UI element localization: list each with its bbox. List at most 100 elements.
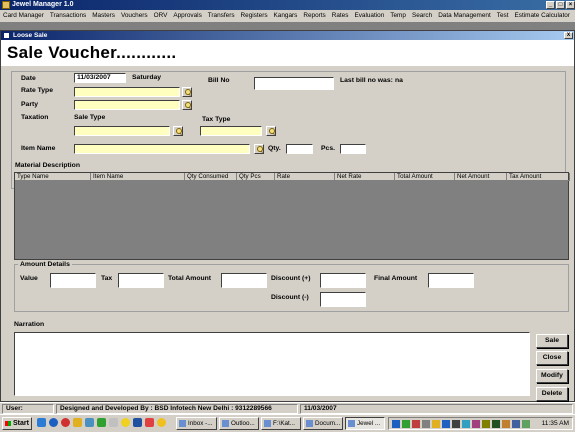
ie-icon[interactable] (49, 418, 58, 427)
value-field[interactable] (50, 273, 96, 288)
total-amount-field[interactable] (221, 273, 267, 288)
task-document[interactable]: Docum... (303, 417, 343, 430)
task-folder[interactable]: F:\Kat... (261, 417, 301, 430)
tray-icon-2[interactable] (402, 420, 410, 428)
narration-textarea[interactable] (14, 332, 530, 396)
col-tax-amount[interactable]: Tax Amount (507, 173, 570, 181)
messenger-icon[interactable] (121, 418, 130, 427)
item-name-lookup-icon[interactable] (254, 144, 264, 154)
last-bill-value: na (395, 77, 403, 84)
pcs-field[interactable] (340, 144, 366, 154)
bill-no-field[interactable] (254, 77, 334, 90)
outlook-icon[interactable] (73, 418, 82, 427)
tax-field[interactable] (118, 273, 164, 288)
sale-type-lookup-icon[interactable] (173, 126, 183, 136)
network-icon[interactable] (522, 420, 530, 428)
col-qty-consumed[interactable]: Qty Consumed (185, 173, 237, 181)
col-net-amount[interactable]: Net Amount (455, 173, 507, 181)
col-net-rate[interactable]: Net Rate (335, 173, 395, 181)
child-title: Loose Sale (13, 32, 48, 39)
start-button[interactable]: Start (2, 417, 32, 430)
sale-type-label: Sale Type (74, 114, 106, 121)
menu-estimate-calculator[interactable]: Estimate Calculator (512, 10, 573, 22)
taskbar: Start Inbox -... Outloo... F:\Kat... Doc… (0, 414, 575, 432)
col-item-name[interactable]: Item Name (91, 173, 185, 181)
tray-icon-7[interactable] (452, 420, 460, 428)
tray-icon-1[interactable] (392, 420, 400, 428)
tray-icon-5[interactable] (432, 420, 440, 428)
menu-rates[interactable]: Rates (329, 10, 352, 22)
menu-test[interactable]: Test (494, 10, 512, 22)
delete-button[interactable]: Delete (536, 387, 568, 401)
total-amount-label: Total Amount (168, 275, 212, 282)
menu-data-management[interactable]: Data Management (435, 10, 494, 22)
tray-icon-4[interactable] (422, 420, 430, 428)
date-field[interactable]: 11/03/2007 (74, 73, 126, 83)
sale-button[interactable]: Sale (536, 334, 568, 348)
tray-icon-12[interactable] (502, 420, 510, 428)
status-user: User: (2, 404, 54, 414)
menu-registers[interactable]: Registers (238, 10, 271, 22)
col-rate[interactable]: Rate (275, 173, 335, 181)
menu-masters[interactable]: Masters (89, 10, 118, 22)
menu-kangars[interactable]: Kangars (271, 10, 301, 22)
tray-icon-9[interactable] (472, 420, 480, 428)
col-qty-pcs[interactable]: Qty Pcs (237, 173, 275, 181)
tray-icon-6[interactable] (442, 420, 450, 428)
tray-icon-10[interactable] (482, 420, 490, 428)
tray-icon-11[interactable] (492, 420, 500, 428)
tax-type-field[interactable] (200, 126, 262, 136)
party-field[interactable] (74, 100, 180, 110)
material-description-label: Material Description (15, 162, 80, 169)
menu-search[interactable]: Search (409, 10, 435, 22)
word-icon[interactable] (133, 418, 142, 427)
qty-field[interactable] (286, 144, 313, 154)
acrobat-icon[interactable] (145, 418, 154, 427)
task-jewel-manager[interactable]: Jewel ... (345, 417, 385, 430)
close-button[interactable]: Close (536, 351, 568, 365)
menu-evaluation[interactable]: Evaluation (351, 10, 387, 22)
modify-button[interactable]: Modify (536, 369, 568, 383)
final-amount-label: Final Amount (374, 275, 418, 282)
app-icon-1[interactable] (97, 418, 106, 427)
grid-header: Type Name Item Name Qty Consumed Qty Pcs… (15, 173, 570, 181)
explorer-icon[interactable] (85, 418, 94, 427)
menu-transactions[interactable]: Transactions (47, 10, 89, 22)
menu-card-manager[interactable]: Card Manager (0, 10, 47, 22)
discount-minus-field[interactable] (320, 292, 366, 307)
task-outlook[interactable]: Outloo... (219, 417, 259, 430)
discount-plus-field[interactable] (320, 273, 366, 288)
tray-icon-8[interactable] (462, 420, 470, 428)
menu-temp[interactable]: Temp (387, 10, 409, 22)
rate-type-lookup-icon[interactable] (182, 87, 192, 97)
menu-vouchers[interactable]: Vouchers (118, 10, 151, 22)
desktop-icon[interactable] (37, 418, 46, 427)
app-icon-2[interactable] (109, 418, 118, 427)
close-icon[interactable]: × (566, 1, 575, 9)
minimize-icon[interactable]: _ (546, 1, 555, 9)
tax-type-lookup-icon[interactable] (266, 126, 276, 136)
menu-transfers[interactable]: Transfers (205, 10, 238, 22)
col-total-amount[interactable]: Total Amount (395, 173, 455, 181)
child-close-button[interactable]: x (564, 32, 573, 39)
menu-orv[interactable]: ORV (151, 10, 171, 22)
opera-icon[interactable] (61, 418, 70, 427)
day-label: Saturday (132, 74, 162, 81)
menu-approvals[interactable]: Approvals (170, 10, 204, 22)
task-inbox[interactable]: Inbox -... (176, 417, 217, 430)
final-amount-field[interactable] (428, 273, 474, 288)
smiley-icon[interactable] (157, 418, 166, 427)
window-icon (3, 32, 10, 39)
item-name-field[interactable] (74, 144, 250, 154)
status-bar: User: Designed and Developed By : BSD In… (0, 402, 575, 414)
sale-type-field[interactable] (74, 126, 170, 136)
bill-no-label: Bill No (208, 77, 230, 84)
volume-icon[interactable] (512, 420, 520, 428)
menu-reports[interactable]: Reports (300, 10, 328, 22)
material-grid[interactable]: Type Name Item Name Qty Consumed Qty Pcs… (14, 172, 570, 260)
col-type-name[interactable]: Type Name (15, 173, 91, 181)
tray-icon-3[interactable] (412, 420, 420, 428)
party-lookup-icon[interactable] (182, 100, 192, 110)
rate-type-field[interactable] (74, 87, 180, 97)
maximize-icon[interactable]: □ (556, 1, 565, 9)
